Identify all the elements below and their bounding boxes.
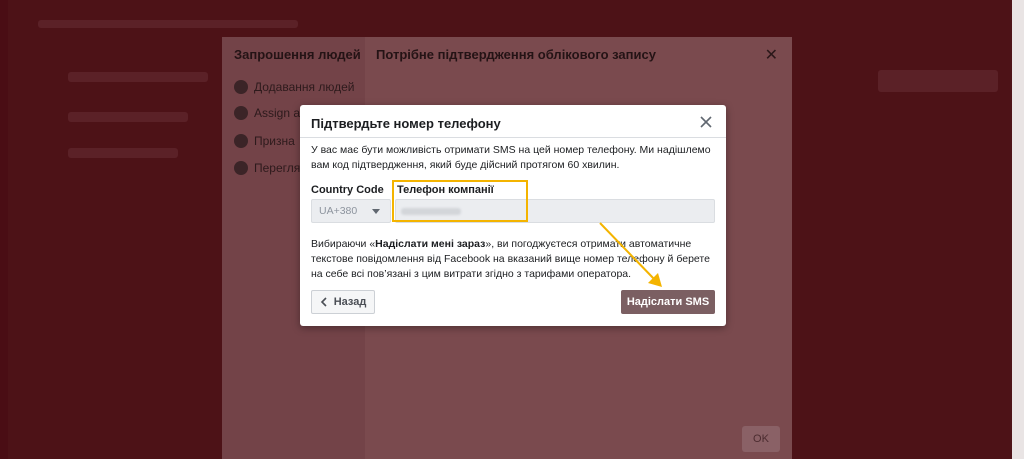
close-icon[interactable] xyxy=(698,114,714,130)
background-header-text xyxy=(38,20,298,28)
modal-divider xyxy=(300,137,726,138)
wizard-step-label: Призна xyxy=(254,134,295,148)
caret-down-icon xyxy=(372,209,380,214)
check-circle-icon xyxy=(234,134,248,148)
background-row xyxy=(68,148,178,158)
background-row xyxy=(68,72,208,82)
wizard-step[interactable]: Перегля xyxy=(234,160,300,176)
country-code-value: UA+380 xyxy=(319,205,358,217)
chevron-left-icon xyxy=(320,297,327,307)
background-row xyxy=(68,112,188,122)
wizard-step-label: Додавання людей xyxy=(254,80,355,94)
wizard-title: Потрібне підтвердження облікового запису xyxy=(376,47,656,62)
consent-prefix: Вибираючи « xyxy=(311,238,376,250)
check-circle-icon xyxy=(234,106,248,120)
modal-description: У вас має бути можливість отримати SMS н… xyxy=(311,144,711,171)
arrow-annotation xyxy=(599,222,662,287)
wizard-step[interactable]: Додавання людей xyxy=(234,79,354,95)
close-icon[interactable]: ✕ xyxy=(765,45,778,65)
modal-title: Підтвердьте номер телефону xyxy=(311,116,501,131)
ok-button[interactable]: OK xyxy=(742,426,780,452)
wizard-sidebar-title: Запрошення людей xyxy=(234,47,361,62)
wizard-step[interactable]: Призна xyxy=(234,133,295,149)
back-button-label: Назад xyxy=(333,296,367,308)
check-circle-icon xyxy=(234,161,248,175)
highlight-annotation xyxy=(392,180,528,222)
wizard-step[interactable]: Assign a xyxy=(234,105,300,121)
background-button xyxy=(878,70,998,92)
country-code-label: Country Code xyxy=(311,184,384,196)
window-scrollbar[interactable] xyxy=(1012,0,1024,459)
back-button[interactable]: Назад xyxy=(311,290,375,314)
wizard-step-label: Assign a xyxy=(254,106,301,120)
consent-bold: Надіслати мені зараз xyxy=(375,238,486,250)
wizard-step-label: Перегля xyxy=(254,161,301,175)
check-circle-icon xyxy=(234,80,248,94)
country-code-select[interactable]: UA+380 xyxy=(311,199,391,223)
